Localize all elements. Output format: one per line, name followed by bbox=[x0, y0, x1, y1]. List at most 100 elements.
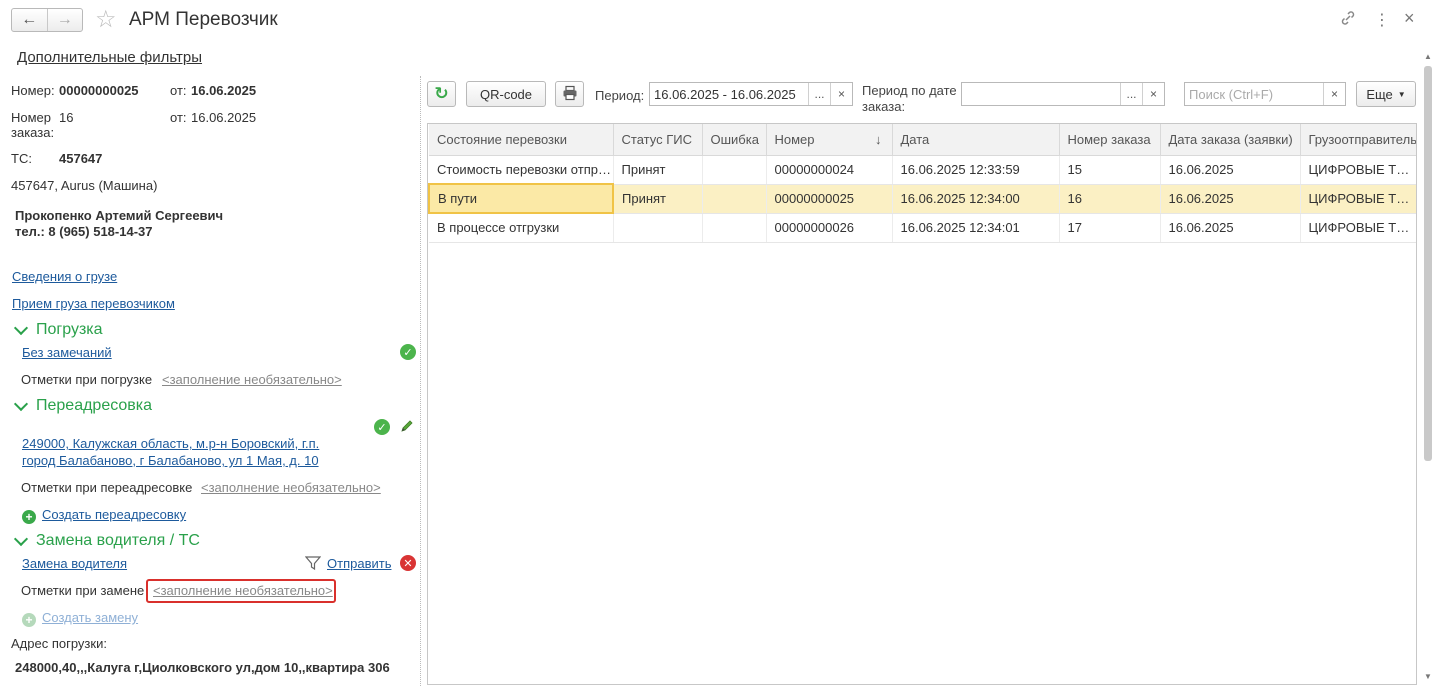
loading-section-header[interactable]: Погрузка bbox=[12, 320, 103, 339]
number-from-value: 16.06.2025 bbox=[191, 83, 257, 98]
plus-circle-icon: + bbox=[22, 613, 36, 627]
print-button[interactable] bbox=[555, 81, 584, 107]
table-cell[interactable]: 16.06.2025 bbox=[1160, 213, 1301, 243]
table-cell[interactable]: 15 bbox=[1059, 155, 1161, 185]
table-cell[interactable]: Стоимость перевозки отправлена bbox=[429, 155, 614, 185]
period-value[interactable]: 16.06.2025 - 16.06.2025 bbox=[650, 87, 808, 102]
table-row-selected[interactable]: В пути Принят 00000000025 16.06.2025 12:… bbox=[428, 183, 1416, 214]
table-cell[interactable]: Принят bbox=[613, 155, 703, 185]
column-header[interactable]: Дата заказа (заявки) bbox=[1160, 124, 1301, 156]
more-menu-icon[interactable]: ⋮ bbox=[1374, 10, 1390, 30]
table-row[interactable]: Стоимость перевозки отправлена Принят 00… bbox=[429, 155, 1416, 185]
back-arrow-icon[interactable]: ← bbox=[12, 9, 47, 31]
create-redirect-button[interactable]: + Создать переадресовку bbox=[22, 507, 186, 524]
replace-notes-input[interactable]: <заполнение необязательно> bbox=[153, 583, 333, 598]
table-header-row: Состояние перевозки Статус ГИС Ошибка Но… bbox=[429, 124, 1416, 156]
error-circle-icon[interactable]: ✕ bbox=[400, 555, 416, 571]
replace-section-title: Замена водителя / ТС bbox=[36, 532, 200, 549]
redirect-notes-label: Отметки при переадресовке bbox=[21, 480, 193, 495]
chevron-down-icon bbox=[13, 320, 29, 336]
favorite-star-icon[interactable]: ☆ bbox=[95, 7, 117, 33]
create-replace-button[interactable]: + Создать замену bbox=[22, 610, 138, 627]
replace-driver-link[interactable]: Замена водителя bbox=[22, 556, 127, 571]
table-cell[interactable] bbox=[613, 213, 703, 243]
search-input[interactable]: Поиск (Ctrl+F) bbox=[1185, 87, 1323, 102]
redirect-section-header[interactable]: Переадресовка bbox=[12, 396, 152, 415]
more-button[interactable]: Еще ▼ bbox=[1356, 81, 1416, 107]
ts-value: 457647 bbox=[59, 151, 103, 166]
table-cell-focused[interactable]: В пути bbox=[428, 183, 614, 214]
additional-filters-link[interactable]: Дополнительные фильтры bbox=[17, 49, 202, 66]
column-header[interactable]: Ошибка bbox=[702, 124, 767, 156]
order-from-value: 16.06.2025 bbox=[191, 110, 257, 125]
vertical-scrollbar[interactable] bbox=[1424, 66, 1432, 461]
table-cell[interactable]: 00000000026 bbox=[766, 213, 893, 243]
table-cell[interactable]: 16.06.2025 12:34:01 bbox=[892, 213, 1060, 243]
column-header[interactable]: Дата bbox=[892, 124, 1060, 156]
redirect-notes-input[interactable]: <заполнение необязательно> bbox=[201, 480, 381, 495]
column-header[interactable]: Состояние перевозки bbox=[429, 124, 614, 156]
table-row[interactable]: В процессе отгрузки 00000000026 16.06.20… bbox=[429, 213, 1416, 243]
period-by-order-select-button[interactable]: ... bbox=[1120, 83, 1142, 105]
period-by-order-field[interactable]: ... × bbox=[961, 82, 1165, 106]
table-cell[interactable]: ЦИФРОВЫЕ ТЕХНОЛОГИИ bbox=[1300, 155, 1416, 185]
vehicle-info: 457647, Aurus (Машина) bbox=[11, 178, 158, 193]
search-clear-icon[interactable]: × bbox=[1323, 83, 1345, 105]
table-cell[interactable] bbox=[702, 155, 767, 185]
edit-pencil-icon[interactable] bbox=[399, 418, 415, 437]
number-value: 00000000025 bbox=[59, 83, 139, 98]
table-cell[interactable]: ЦИФРОВЫЕ ТЕХНОЛОГИИ bbox=[1300, 184, 1416, 214]
loading-notes-input[interactable]: <заполнение необязательно> bbox=[162, 372, 342, 387]
send-link[interactable]: Отправить bbox=[327, 556, 391, 571]
period-by-order-clear-icon[interactable]: × bbox=[1142, 83, 1164, 105]
table-cell[interactable]: 00000000025 bbox=[766, 184, 893, 214]
table-cell[interactable]: Принят bbox=[613, 184, 703, 214]
table-cell[interactable]: 00000000024 bbox=[766, 155, 893, 185]
close-icon[interactable]: × bbox=[1404, 8, 1415, 29]
panel-splitter[interactable] bbox=[420, 76, 421, 686]
nav-buttons: ← → bbox=[11, 8, 83, 32]
loading-status-link[interactable]: Без замечаний bbox=[22, 345, 112, 360]
shipments-table: Состояние перевозки Статус ГИС Ошибка Но… bbox=[427, 123, 1417, 685]
cargo-accept-link[interactable]: Прием груза перевозчиком bbox=[12, 296, 175, 311]
column-header[interactable]: Номер заказа bbox=[1059, 124, 1161, 156]
search-field[interactable]: Поиск (Ctrl+F) × bbox=[1184, 82, 1346, 106]
chevron-down-icon bbox=[13, 396, 29, 412]
period-field[interactable]: 16.06.2025 - 16.06.2025 ... × bbox=[649, 82, 853, 106]
replace-section-header[interactable]: Замена водителя / ТС bbox=[12, 531, 200, 550]
table-cell[interactable]: 16.06.2025 12:34:00 bbox=[892, 184, 1060, 214]
table-cell[interactable] bbox=[702, 213, 767, 243]
ts-label: ТС: bbox=[11, 151, 32, 166]
period-clear-icon[interactable]: × bbox=[830, 83, 852, 105]
table-cell[interactable]: В процессе отгрузки bbox=[429, 213, 614, 243]
period-label: Период: bbox=[595, 88, 645, 103]
create-replace-label: Создать замену bbox=[42, 610, 139, 625]
table-cell[interactable]: ЦИФРОВЫЕ ТЕХНОЛОГИИ bbox=[1300, 213, 1416, 243]
table-cell[interactable]: 16 bbox=[1059, 184, 1161, 214]
table-cell[interactable] bbox=[702, 184, 767, 214]
forward-arrow-icon[interactable]: → bbox=[46, 9, 83, 31]
check-circle-icon: ✓ bbox=[400, 344, 416, 360]
printer-icon bbox=[562, 85, 578, 104]
redirect-address-line2[interactable]: город Балабаново, г Балабаново, ул 1 Мая… bbox=[22, 453, 319, 468]
qr-code-button[interactable]: QR-code bbox=[466, 81, 546, 107]
scroll-down-arrow-icon[interactable]: ▼ bbox=[1424, 672, 1432, 681]
scroll-up-arrow-icon[interactable]: ▲ bbox=[1424, 52, 1432, 61]
table-cell[interactable]: 17 bbox=[1059, 213, 1161, 243]
table-cell[interactable]: 16.06.2025 12:33:59 bbox=[892, 155, 1060, 185]
column-header-number[interactable]: Номер ↓ bbox=[766, 124, 893, 156]
column-header-label: Номер bbox=[774, 131, 815, 147]
redirect-address-line1[interactable]: 249000, Калужская область, м.р-н Боровск… bbox=[22, 436, 319, 451]
link-icon[interactable] bbox=[1340, 10, 1356, 31]
period-select-button[interactable]: ... bbox=[808, 83, 830, 105]
cargo-info-link[interactable]: Сведения о грузе bbox=[12, 269, 117, 284]
column-header[interactable]: Статус ГИС bbox=[613, 124, 703, 156]
number-from-label: от: bbox=[170, 83, 187, 98]
loading-notes-label: Отметки при погрузке bbox=[21, 372, 153, 387]
send-filter-icon bbox=[304, 555, 322, 574]
table-cell[interactable]: 16.06.2025 bbox=[1160, 155, 1301, 185]
loading-section-title: Погрузка bbox=[36, 321, 103, 338]
column-header[interactable]: Грузоотправитель bbox=[1300, 124, 1416, 156]
table-cell[interactable]: 16.06.2025 bbox=[1160, 184, 1301, 214]
refresh-icon[interactable]: ↻ bbox=[427, 81, 456, 107]
